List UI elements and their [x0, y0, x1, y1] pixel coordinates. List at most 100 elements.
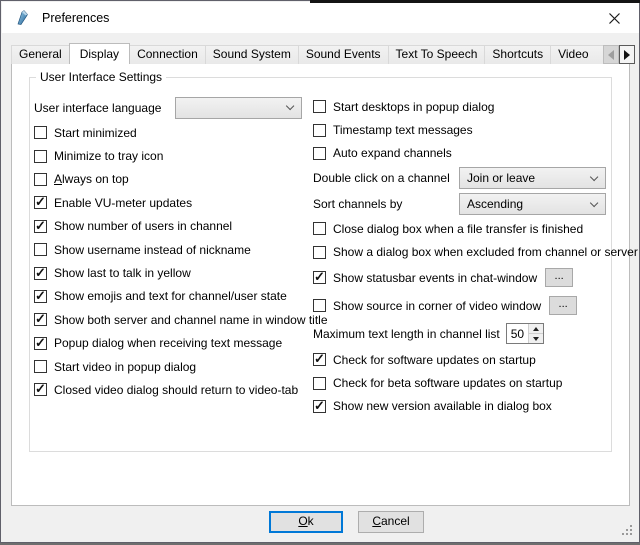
checkbox-row: ✓ Show new version available in dialog b… [313, 395, 606, 418]
checkbox[interactable]: ✓ [34, 220, 47, 233]
checkbox[interactable]: ✓ [313, 100, 326, 113]
close-button[interactable] [601, 8, 627, 28]
checkbox-row: ✓ Timestamp text messages [313, 118, 606, 141]
checkbox-row: ✓ Check for beta software updates on sta… [313, 371, 606, 394]
checkbox[interactable]: ✓ [34, 126, 47, 139]
tab-sound-events[interactable]: Sound Events [298, 45, 389, 64]
checkbox-label: Popup dialog when receiving text message [54, 336, 282, 350]
cancel-button[interactable]: Cancel [358, 511, 424, 533]
statusbar-events-options-button[interactable]: ... [545, 268, 573, 287]
check-icon: ✓ [35, 194, 46, 210]
language-combobox[interactable] [175, 97, 302, 119]
checkbox[interactable]: ✓ [34, 337, 47, 350]
check-icon: ✓ [35, 311, 46, 327]
double-click-label: Double click on a channel [313, 171, 450, 185]
check-icon: ✓ [35, 288, 46, 304]
checkbox[interactable]: ✓ [34, 267, 47, 280]
group-title: User Interface Settings [36, 70, 166, 84]
checkbox[interactable]: ✓ [34, 150, 47, 163]
checkbox[interactable]: ✓ [34, 196, 47, 209]
check-icon: ✓ [35, 335, 46, 351]
video-source-options-button[interactable]: ... [549, 296, 577, 315]
max-text-length-spinner[interactable]: 50 [506, 323, 544, 344]
checkbox[interactable]: ✓ [34, 290, 47, 303]
checkbox[interactable]: ✓ [313, 246, 326, 259]
checkbox-row: ✓ Start desktops in popup dialog [313, 95, 606, 118]
checkbox-row: ✓ Close dialog box when a file transfer … [313, 217, 606, 240]
checkbox-row: ✓ Show source in corner of video window … [313, 292, 606, 320]
max-text-length-label: Maximum text length in channel list [313, 327, 500, 341]
close-icon [608, 12, 621, 25]
checkbox[interactable]: ✓ [313, 147, 326, 160]
checkbox-row: ✓ Minimize to tray icon [34, 144, 302, 167]
check-icon: ✓ [35, 218, 46, 234]
spinner-down-button[interactable] [529, 334, 543, 343]
tab-scroll-left-button[interactable] [603, 45, 619, 64]
checkbox[interactable]: ✓ [313, 400, 326, 413]
window-title: Preferences [42, 11, 109, 25]
check-icon: ✓ [314, 269, 325, 285]
chevron-down-icon [590, 172, 599, 181]
checkbox-row: ✓ Show statusbar events in chat-window .… [313, 264, 606, 292]
checkbox-label: Show source in corner of video window [333, 299, 541, 313]
checkbox-label: Show new version available in dialog box [333, 399, 552, 413]
checkbox-label: Start minimized [54, 126, 137, 140]
check-icon: ✓ [35, 265, 46, 281]
checkbox-row: ✓ Show last to talk in yellow [34, 261, 302, 284]
checkbox-label: Show number of users in channel [54, 219, 232, 233]
left-column: User interface language ✓ Start minimize… [34, 95, 302, 402]
language-row: User interface language [34, 95, 302, 121]
check-icon: ✓ [35, 381, 46, 397]
tab-scroll-right-button[interactable] [619, 45, 635, 64]
preferences-dialog: Preferences General Display Connection S… [0, 0, 640, 543]
max-text-length-value: 50 [507, 324, 528, 343]
arrow-up-icon [533, 324, 539, 331]
checkbox-row: ✓ Start minimized [34, 121, 302, 144]
checkbox[interactable]: ✓ [34, 243, 47, 256]
tab-text-to-speech[interactable]: Text To Speech [388, 45, 486, 64]
tab-scroll-buttons [603, 45, 635, 64]
checkbox-label: Show emojis and text for channel/user st… [54, 289, 287, 303]
checkbox-label: Show username instead of nickname [54, 243, 251, 257]
spinner-up-button[interactable] [529, 324, 543, 334]
checkbox[interactable]: ✓ [34, 173, 47, 186]
language-label: User interface language [34, 101, 161, 115]
checkbox[interactable]: ✓ [313, 299, 326, 312]
right-column: ✓ Start desktops in popup dialog ✓ Times… [313, 95, 606, 418]
ok-button[interactable]: Ok [269, 511, 343, 533]
checkbox-row: ✓ Enable VU-meter updates [34, 191, 302, 214]
checkbox[interactable]: ✓ [34, 383, 47, 396]
checkbox-label: Start desktops in popup dialog [333, 100, 494, 114]
resize-grip[interactable] [622, 525, 632, 535]
double-click-combobox[interactable]: Join or leave [459, 167, 606, 189]
display-tab-page: User Interface Settings User interface l… [11, 63, 630, 506]
checkbox-label: Always on top [54, 172, 129, 186]
checkbox-label: Check for beta software updates on start… [333, 376, 562, 390]
checkbox-label: Show last to talk in yellow [54, 266, 191, 280]
checkbox[interactable]: ✓ [313, 124, 326, 137]
checkbox-label: Show a dialog box when excluded from cha… [333, 245, 638, 259]
checkbox[interactable]: ✓ [313, 222, 326, 235]
tab-display[interactable]: Display [69, 43, 130, 64]
checkbox[interactable]: ✓ [34, 360, 47, 373]
checkbox[interactable]: ✓ [313, 377, 326, 390]
tab-scroll-right-icon [624, 50, 630, 60]
checkbox-row: ✓ Always on top [34, 168, 302, 191]
double-click-row: Double click on a channel Join or leave [313, 165, 606, 191]
sort-channels-combobox[interactable]: Ascending [459, 193, 606, 215]
sort-channels-label: Sort channels by [313, 197, 402, 211]
tab-scroll-left-icon [608, 50, 614, 60]
tab-connection[interactable]: Connection [129, 45, 206, 64]
checkbox[interactable]: ✓ [313, 271, 326, 284]
checkbox[interactable]: ✓ [313, 353, 326, 366]
checkbox[interactable]: ✓ [34, 313, 47, 326]
tab-shortcuts[interactable]: Shortcuts [484, 45, 551, 64]
checkbox-row: ✓ Start video in popup dialog [34, 355, 302, 378]
checkbox-label: Timestamp text messages [333, 123, 473, 137]
tab-general[interactable]: General [11, 45, 70, 64]
sort-channels-value: Ascending [467, 197, 523, 211]
checkbox-row: ✓ Show a dialog box when excluded from c… [313, 241, 606, 264]
tab-bar: General Display Connection Sound System … [11, 43, 637, 64]
double-click-value: Join or leave [467, 171, 535, 185]
tab-sound-system[interactable]: Sound System [205, 45, 299, 64]
